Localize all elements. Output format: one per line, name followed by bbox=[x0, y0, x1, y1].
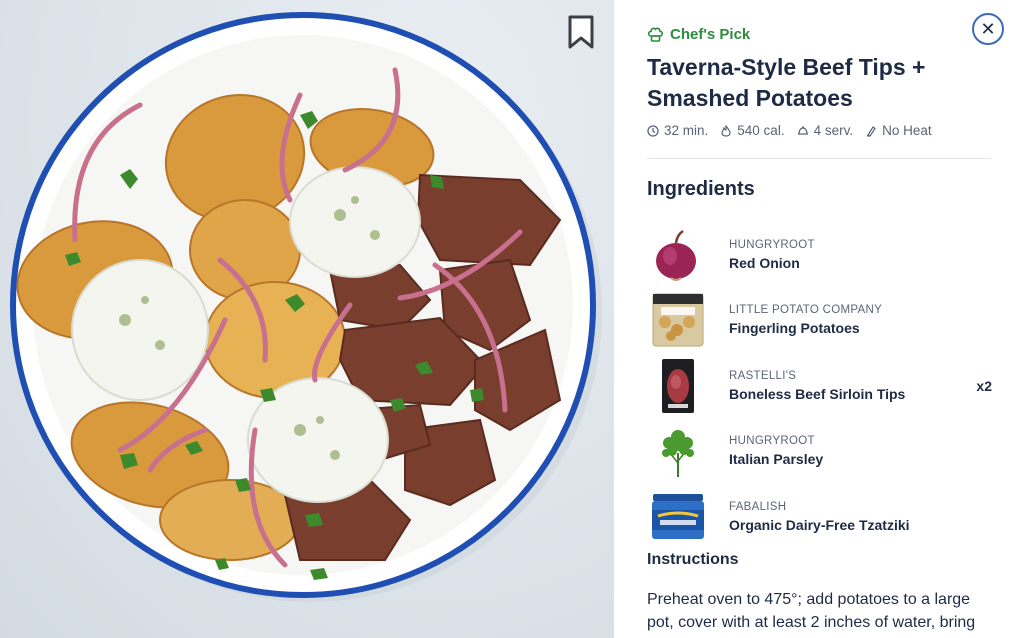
red-onion-image bbox=[647, 227, 709, 283]
instructions-text: Preheat oven to 475°; add potatoes to a … bbox=[647, 591, 976, 631]
meta-heat: No Heat bbox=[865, 123, 932, 138]
ingredient-name: Red Onion bbox=[729, 254, 800, 271]
ingredients-heading: Ingredients bbox=[647, 178, 755, 200]
serving-icon bbox=[797, 125, 809, 137]
ingredient-name: Organic Dairy-Free Tzatziki bbox=[729, 516, 910, 533]
ingredient-brand: LITTLE POTATO COMPANY bbox=[729, 304, 883, 317]
meta-servings: 4 serv. bbox=[797, 123, 854, 138]
chef-hat-icon bbox=[647, 26, 664, 43]
ingredient-brand: HUNGRYROOT bbox=[729, 435, 815, 448]
meta-time: 32 min. bbox=[647, 123, 708, 138]
badge-label: Chef's Pick bbox=[670, 25, 751, 43]
meta-servings-label: 4 serv. bbox=[813, 123, 854, 138]
ingredient-brand: RASTELLI'S bbox=[729, 369, 797, 382]
ingredients-list: HUNGRYROOT Red Onion LITTLE POTATO COMPA… bbox=[647, 222, 992, 550]
plate-illustration bbox=[10, 12, 602, 602]
ingredient-item[interactable]: HUNGRYROOT Red Onion bbox=[647, 222, 992, 288]
flame-icon bbox=[720, 123, 732, 137]
ingredient-brand: FABALISH bbox=[729, 500, 787, 513]
recipe-photo bbox=[0, 0, 614, 638]
ingredient-item[interactable]: HUNGRYROOT Italian Parsley bbox=[647, 419, 992, 485]
recipe-detail-panel: Chef's Pick ✕ Taverna-Style Beef Tips + … bbox=[614, 0, 1024, 638]
instructions-heading: Instructions bbox=[647, 551, 739, 568]
parsley-image bbox=[647, 423, 709, 479]
recipe-title: Taverna-Style Beef Tips + Smashed Potato… bbox=[647, 54, 926, 111]
clock-icon bbox=[647, 124, 659, 137]
ingredient-name: Boneless Beef Sirloin Tips bbox=[729, 385, 906, 402]
ingredient-text: RASTELLI'S Boneless Beef Sirloin Tips bbox=[729, 370, 992, 402]
no-heat-icon bbox=[865, 125, 877, 137]
meta-heat-label: No Heat bbox=[882, 123, 932, 138]
ingredient-item[interactable]: LITTLE POTATO COMPANY Fingerling Potatoe… bbox=[647, 288, 992, 354]
ingredient-brand: HUNGRYROOT bbox=[729, 238, 815, 251]
recipe-meta: 32 min. 540 cal. 4 serv. No Heat bbox=[647, 123, 932, 138]
ingredient-name: Fingerling Potatoes bbox=[729, 320, 860, 337]
potato-bag-image bbox=[647, 292, 709, 348]
close-icon: ✕ bbox=[980, 19, 996, 39]
ingredient-qty: x2 bbox=[976, 377, 992, 394]
tzatziki-jar-image bbox=[647, 489, 709, 545]
ingredient-text: HUNGRYROOT Red Onion bbox=[729, 239, 992, 271]
ingredient-text: FABALISH Organic Dairy-Free Tzatziki bbox=[729, 501, 992, 533]
meta-time-label: 32 min. bbox=[664, 123, 709, 138]
ingredient-name: Italian Parsley bbox=[729, 451, 824, 468]
ingredient-item[interactable]: FABALISH Organic Dairy-Free Tzatziki bbox=[647, 484, 992, 550]
ingredient-text: HUNGRYROOT Italian Parsley bbox=[729, 435, 992, 467]
close-button[interactable]: ✕ bbox=[972, 13, 1004, 45]
meta-calories: 540 cal. bbox=[720, 123, 785, 138]
bookmark-icon[interactable] bbox=[565, 14, 597, 50]
ingredient-item[interactable]: RASTELLI'S Boneless Beef Sirloin Tips x2 bbox=[647, 353, 992, 419]
meta-calories-label: 540 cal. bbox=[737, 123, 785, 138]
divider bbox=[647, 158, 991, 159]
beef-pack-image bbox=[647, 358, 709, 414]
ingredient-text: LITTLE POTATO COMPANY Fingerling Potatoe… bbox=[729, 304, 992, 336]
chefs-pick-badge: Chef's Pick bbox=[647, 24, 750, 44]
